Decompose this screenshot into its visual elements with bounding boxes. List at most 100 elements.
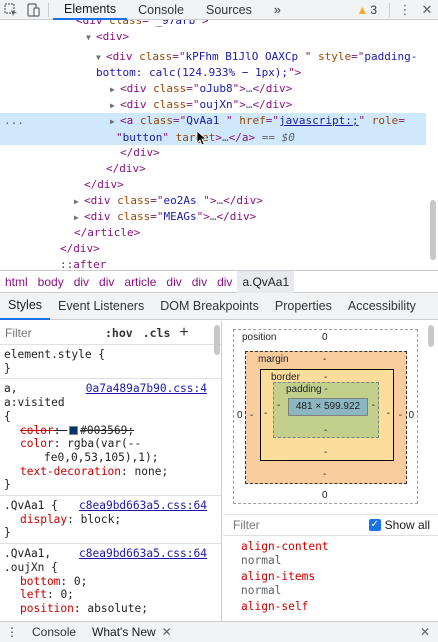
tree-node[interactable]: ▼ <div class="kPFhm B1JlO OAXCp " style="… [0, 49, 426, 65]
border-right-value[interactable]: - [387, 408, 390, 419]
tree-scrollbar[interactable] [430, 200, 436, 260]
tree-node-selected[interactable]: ... ▶ <a class="QvAa1 " href="javascript:… [0, 113, 426, 145]
drawer-tab-console[interactable]: Console [24, 625, 84, 639]
breadcrumb-item[interactable]: div [187, 271, 212, 293]
inspect-element-icon[interactable] [0, 0, 22, 20]
tree-node[interactable]: ▶ <div class="eo2As ">…</div> [0, 193, 426, 209]
collapse-triangle-icon[interactable]: ▶ [74, 210, 84, 226]
tree-node[interactable]: <div class="_97arb"> [0, 20, 426, 29]
tree-node[interactable]: ▶ <div class="oJub8">…</div> [0, 81, 426, 97]
computed-property[interactable]: align-self [223, 600, 438, 614]
style-property[interactable]: left: 0; [4, 588, 217, 602]
style-property[interactable]: color: rgba(var(-- [4, 437, 217, 451]
close-drawer-icon[interactable]: ✕ [420, 625, 438, 639]
position-right-value[interactable]: 0 [408, 410, 414, 421]
position-bottom-value[interactable]: 0 [322, 490, 328, 501]
position-top-value[interactable]: 0 [322, 332, 328, 343]
tree-node[interactable]: ▶ <div class="MEAGs">…</div> [0, 209, 426, 225]
breadcrumb-item[interactable]: html [0, 271, 33, 293]
breadcrumb-item[interactable]: div [212, 271, 237, 293]
tab-elements[interactable]: Elements [53, 0, 128, 20]
computed-property[interactable]: align-content normal [223, 540, 438, 568]
computed-property[interactable]: align-items normal [223, 570, 438, 598]
drawer-tab-whats-new[interactable]: What's New ✕ [84, 625, 180, 639]
style-property[interactable]: bottom: 0; [4, 575, 217, 589]
style-property[interactable]: display: block; [4, 513, 217, 527]
breadcrumb: html body div div article div div div a.… [0, 270, 438, 293]
computed-property-list: align-content normal align-items normal … [223, 540, 438, 614]
collapse-triangle-icon[interactable]: ▶ [110, 82, 120, 98]
padding-bottom-value[interactable]: - [324, 425, 327, 436]
show-all-toggle[interactable]: ✓ Show all [368, 518, 438, 532]
kebab-menu-icon[interactable]: ⋮ [394, 0, 416, 20]
border-box: border - - - - padding - - - - 481 × 599… [260, 369, 394, 461]
collapse-triangle-icon[interactable]: ▶ [74, 194, 84, 210]
toolbar-divider [389, 2, 390, 17]
expand-triangle-icon[interactable]: ▼ [96, 50, 106, 66]
tree-pseudo-element[interactable]: ::after [0, 257, 426, 268]
color-swatch[interactable] [69, 425, 79, 435]
breadcrumb-item[interactable]: body [33, 271, 69, 293]
tab-console[interactable]: Console [127, 0, 195, 20]
styles-scrollbar[interactable] [214, 325, 220, 355]
styles-filter-input[interactable] [2, 322, 100, 343]
attr-value: QvAa1 [186, 114, 226, 127]
rule-selector[interactable]: element.style { [4, 348, 217, 362]
close-tab-icon[interactable]: ✕ [162, 625, 172, 639]
rule-source-link[interactable]: c8ea9bd663a5.css:64 [79, 547, 207, 561]
tab-accessibility[interactable]: Accessibility [340, 293, 424, 320]
computed-filter-input[interactable]: Filter [223, 518, 260, 532]
expand-triangle-icon[interactable]: ▼ [86, 30, 96, 46]
margin-left-value[interactable]: - [250, 410, 253, 421]
padding-left-value[interactable]: - [277, 400, 280, 411]
rule-selector[interactable]: .oujXn { [4, 561, 217, 575]
margin-right-value[interactable]: - [399, 410, 402, 421]
margin-top-value[interactable]: - [323, 354, 326, 365]
tree-node[interactable]: ▼ <div> [0, 29, 426, 45]
tab-dom-breakpoints[interactable]: DOM Breakpoints [152, 293, 267, 320]
class-toggle-button[interactable]: .cls [138, 326, 176, 340]
breadcrumb-item[interactable]: article [119, 271, 161, 293]
computed-scrollbar[interactable] [428, 325, 434, 347]
new-rule-button[interactable]: + [175, 324, 192, 342]
rule-source-link[interactable]: 0a7a489a7b90.css:4 [86, 382, 207, 396]
border-bottom-value[interactable]: - [324, 447, 327, 458]
collapse-triangle-icon[interactable]: ▶ [110, 98, 120, 114]
margin-bottom-value[interactable]: - [323, 469, 326, 480]
device-toolbar-icon[interactable] [22, 0, 44, 20]
collapse-triangle-icon[interactable]: ▶ [110, 114, 120, 130]
checkbox-checked-icon[interactable]: ✓ [368, 519, 381, 531]
box-model-diagram: position 0 0 0 0 margin - - - - border -… [233, 329, 418, 504]
breadcrumb-item[interactable]: div [69, 271, 94, 293]
drawer-menu-icon[interactable]: ⋮ [0, 625, 24, 639]
style-property[interactable]: text-decoration: none; [4, 465, 217, 479]
tab-styles[interactable]: Styles [0, 293, 51, 320]
attr-link[interactable]: javascript:; [279, 114, 358, 127]
breadcrumb-item-active[interactable]: a.QvAa1 [237, 270, 295, 293]
rule-selector[interactable]: a:visited [4, 396, 217, 410]
tab-sources[interactable]: Sources [195, 0, 263, 20]
selected-node-menu[interactable]: ... [4, 113, 24, 129]
property-value: fe0,0,53,105),1); [44, 450, 159, 464]
tree-node[interactable]: ▶ <div class="oujXn">…</div> [0, 97, 426, 113]
padding-right-value[interactable]: - [372, 400, 375, 411]
position-left-value[interactable]: 0 [237, 410, 243, 421]
warnings-counter[interactable]: ▲ 3 [348, 3, 385, 17]
tab-properties[interactable]: Properties [267, 293, 340, 320]
breadcrumb-item[interactable]: div [161, 271, 186, 293]
attr-name: class [153, 82, 187, 95]
rule-source-link[interactable]: c8ea9bd663a5.css:64 [79, 499, 207, 513]
style-rule: 0a7a489a7b90.css:4 a, a:visited { color:… [0, 379, 221, 497]
breadcrumb-item[interactable]: div [94, 271, 119, 293]
close-devtools-icon[interactable]: ✕ [416, 0, 438, 20]
style-property-overridden[interactable]: color: #003569; [4, 424, 217, 438]
more-tabs-button[interactable]: » [263, 0, 292, 20]
sidebar-tabs: Styles Event Listeners DOM Breakpoints P… [0, 293, 438, 320]
property-value: block; [80, 512, 122, 526]
border-left-value[interactable]: - [264, 408, 267, 419]
style-property[interactable]: position: absolute; [4, 602, 217, 616]
content-box[interactable]: 481 × 599.922 [288, 398, 368, 416]
hover-state-button[interactable]: :hov [100, 326, 138, 340]
property-value: none; [134, 464, 169, 478]
tab-event-listeners[interactable]: Event Listeners [50, 293, 152, 320]
